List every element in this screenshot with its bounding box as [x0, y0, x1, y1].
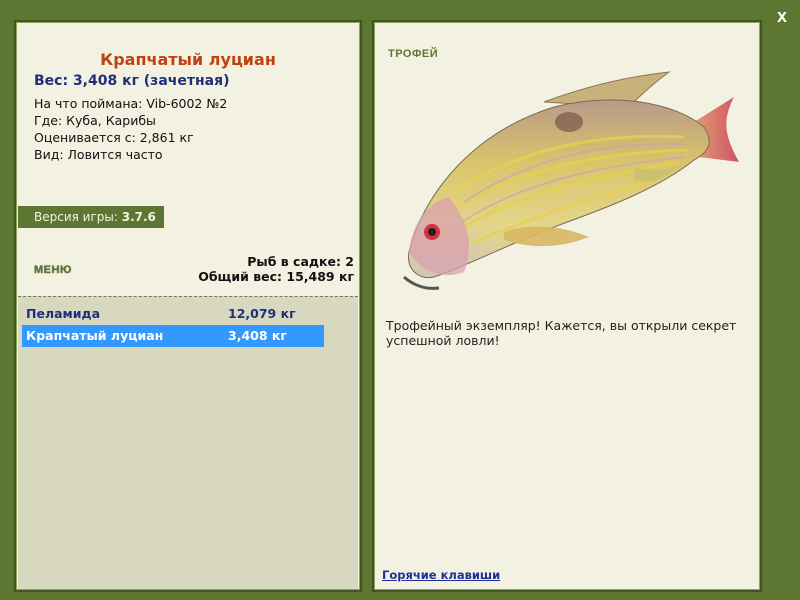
trophy-label: ТРОФЕЙ [388, 48, 439, 60]
fish-title: Крапчатый луциан [100, 50, 276, 69]
valued-from-info: Оценивается с: 2,861 кг [34, 130, 194, 145]
catch-weight: 3,408 кг [228, 328, 287, 343]
version-value: 3.7.6 [121, 210, 156, 224]
catch-name: Пеламида [26, 306, 101, 321]
species-frequency-info: Вид: Ловится часто [34, 147, 163, 162]
trophy-panel: ТРОФЕЙ Трофейный экземпляр! Кажется, вы … [372, 20, 762, 592]
catch-weight: 12,079 кг [228, 306, 296, 321]
fish-weight: Вес: 3,408 кг (зачетная) [34, 73, 230, 89]
list-item-selected[interactable]: Крапчатый луциан 3,408 кг [22, 325, 324, 347]
cage-total-weight: Общий вес: 15,489 кг [198, 269, 354, 284]
menu-button[interactable]: МЕНЮ [34, 264, 72, 276]
list-item[interactable]: Пеламида 12,079 кг [22, 303, 324, 325]
snapper-fish-image [403, 71, 739, 290]
version-label: Версия игры: [34, 210, 118, 224]
hotkeys-link[interactable]: Горячие клавиши [382, 568, 500, 582]
game-window: x Крапчатый луциан Вес: 3,408 кг (зачетн… [0, 0, 800, 600]
location-info: Где: Куба, Карибы [34, 113, 156, 128]
bait-info: На что поймана: Vib-6002 №2 [34, 96, 228, 111]
catch-list: Пеламида 12,079 кг Крапчатый луциан 3,40… [18, 296, 358, 589]
trophy-description: Трофейный экземпляр! Кажется, вы открыли… [386, 318, 737, 348]
cage-count: Рыб в садке: 2 [247, 254, 354, 269]
catch-name: Крапчатый луциан [26, 328, 164, 343]
version-bar: Версия игры: 3.7.6 [18, 206, 164, 228]
cage-summary: Рыб в садке: 2 Общий вес: 15,489 кг [198, 254, 354, 284]
fish-info-panel: Крапчатый луциан Вес: 3,408 кг (зачетная… [14, 20, 362, 592]
close-icon[interactable]: x [772, 6, 792, 26]
